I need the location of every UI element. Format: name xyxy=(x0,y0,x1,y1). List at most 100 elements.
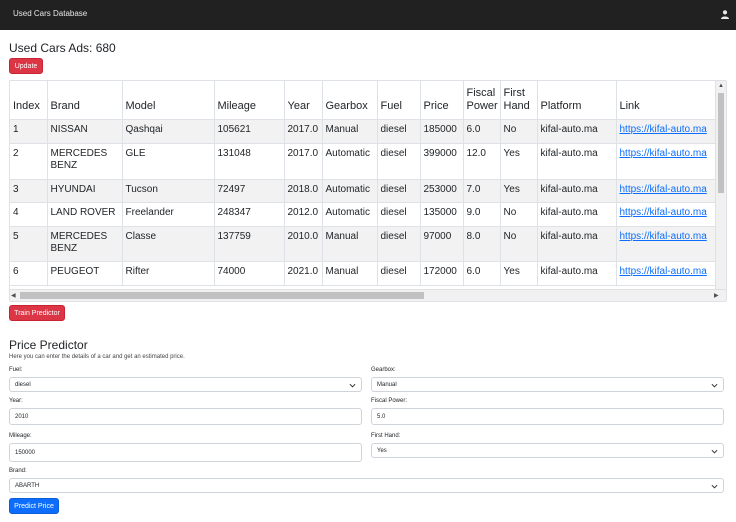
table-cell: 4 xyxy=(10,202,48,227)
table-cell: NISSAN xyxy=(47,119,123,144)
listing-link[interactable]: https://kifal-auto.ma xyxy=(616,202,726,227)
cars-table: Index Brand Model Mileage Year Gearbox F… xyxy=(10,81,726,286)
fiscal-power-input-value: 5.0 xyxy=(377,414,386,420)
table-cell: 2017.0 xyxy=(284,143,323,180)
table-cell: Tucson xyxy=(122,179,215,203)
table-cell: diesel xyxy=(377,226,421,262)
column-header: Fuel xyxy=(377,81,421,120)
table-cell: 172000 xyxy=(420,261,464,286)
table-header-row: Index Brand Model Mileage Year Gearbox F… xyxy=(10,81,726,120)
listing-link[interactable]: https://kifal-auto.ma xyxy=(616,119,726,144)
table-row: 4 LAND ROVER Freelander 248347 2012.0 Automat… xyxy=(10,202,726,227)
table-cell: Automatic xyxy=(322,179,378,203)
column-header: Gearbox xyxy=(322,81,378,120)
table-cell: 2 xyxy=(10,143,48,180)
column-header: Fiscal Power xyxy=(463,81,501,120)
year-input-value: 2010 xyxy=(15,414,29,420)
first-hand-select[interactable]: Yes xyxy=(371,443,724,458)
table-cell: 6.0 xyxy=(463,119,501,144)
table-cell: 2018.0 xyxy=(284,179,323,203)
column-header: Link xyxy=(616,81,726,120)
brand-label: Brand: xyxy=(9,468,27,474)
train-predictor-button[interactable]: Train Predictor xyxy=(9,305,65,321)
predict-price-button[interactable]: Predict Price xyxy=(9,498,59,514)
column-header: Price xyxy=(420,81,464,120)
chevron-down-icon xyxy=(711,484,718,489)
table-cell: kifal-auto.ma xyxy=(537,226,617,262)
table-cell: 97000 xyxy=(420,226,464,262)
cars-table-container: Index Brand Model Mileage Year Gearbox F… xyxy=(9,80,727,302)
table-cell: 2021.0 xyxy=(284,261,323,286)
table-cell: diesel xyxy=(377,179,421,203)
gearbox-select[interactable]: Manual xyxy=(371,377,724,392)
table-row: 5 MERCEDES BENZ Classe 137759 2010.0 Manual di… xyxy=(10,226,726,262)
table-row: 6 PEUGEOT Rifter 74000 2021.0 Manual diesel 172… xyxy=(10,261,726,286)
table-cell: Qashqai xyxy=(122,119,215,144)
year-input[interactable]: 2010 xyxy=(9,408,362,425)
table-cell: MERCEDES BENZ xyxy=(47,226,123,262)
table-cell: 6.0 xyxy=(463,261,501,286)
mileage-input[interactable]: 150000 xyxy=(9,443,362,462)
table-cell: 1 xyxy=(10,119,48,144)
column-header: Year xyxy=(284,81,323,120)
brand-select[interactable]: ABARTH xyxy=(9,478,724,493)
table-cell: 9.0 xyxy=(463,202,501,227)
table-cell: 7.0 xyxy=(463,179,501,203)
table-cell: 399000 xyxy=(420,143,464,180)
scroll-right-arrow-icon[interactable]: ▶ xyxy=(714,292,719,300)
column-header: First Hand xyxy=(500,81,538,120)
table-cell: 6 xyxy=(10,261,48,286)
price-predictor-title: Price Predictor xyxy=(9,338,88,352)
table-cell: diesel xyxy=(377,202,421,227)
navbar: Used Cars Database xyxy=(0,0,736,30)
table-cell: No xyxy=(500,119,538,144)
first-hand-select-value: Yes xyxy=(377,448,387,454)
table-cell: MERCEDES BENZ xyxy=(47,143,123,180)
table-row: 3 HYUNDAI Tucson 72497 2018.0 Automatic diesel… xyxy=(10,179,726,203)
fiscal-power-input[interactable]: 5.0 xyxy=(371,408,724,425)
ads-count-heading: Used Cars Ads: 680 xyxy=(9,41,116,55)
listing-link[interactable]: https://kifal-auto.ma xyxy=(616,179,726,203)
table-cell: 5 xyxy=(10,226,48,262)
table-cell: 253000 xyxy=(420,179,464,203)
table-cell: 105621 xyxy=(214,119,285,144)
vertical-scroll-thumb[interactable] xyxy=(718,93,724,193)
gearbox-select-value: Manual xyxy=(377,382,397,388)
listing-link[interactable]: https://kifal-auto.ma xyxy=(616,226,726,262)
table-cell: 2010.0 xyxy=(284,226,323,262)
table-cell: 72497 xyxy=(214,179,285,203)
table-horizontal-scrollbar[interactable]: ◀ ▶ xyxy=(10,289,726,301)
mileage-label: Mileage: xyxy=(9,433,32,439)
table-cell: 137759 xyxy=(214,226,285,262)
horizontal-scroll-thumb[interactable] xyxy=(20,292,424,299)
update-button[interactable]: Update xyxy=(9,58,43,74)
table-cell: Freelander xyxy=(122,202,215,227)
table-cell: No xyxy=(500,202,538,227)
column-header: Mileage xyxy=(214,81,285,120)
chevron-down-icon xyxy=(711,383,718,388)
table-cell: 3 xyxy=(10,179,48,203)
user-icon[interactable] xyxy=(721,10,729,19)
scroll-up-arrow-icon[interactable]: ▲ xyxy=(718,82,724,90)
listing-link[interactable]: https://kifal-auto.ma xyxy=(616,143,726,180)
fuel-select[interactable]: diesel xyxy=(9,377,362,392)
table-cell: 131048 xyxy=(214,143,285,180)
fuel-label: Fuel: xyxy=(9,367,23,373)
mileage-input-value: 150000 xyxy=(15,450,36,456)
table-vertical-scrollbar[interactable]: ▲ xyxy=(715,81,726,289)
table-row: 2 MERCEDES BENZ GLE 131048 2017.0 Automatic di… xyxy=(10,143,726,180)
listing-link[interactable]: https://kifal-auto.ma xyxy=(616,261,726,286)
scroll-left-arrow-icon[interactable]: ◀ xyxy=(11,292,16,300)
table-cell: diesel xyxy=(377,261,421,286)
table-cell: Manual xyxy=(322,261,378,286)
table-cell: No xyxy=(500,226,538,262)
first-hand-label: First Hand: xyxy=(371,433,401,439)
app-title[interactable]: Used Cars Database xyxy=(13,9,87,18)
column-header: Index xyxy=(10,81,48,120)
gearbox-label: Gearbox: xyxy=(371,367,396,373)
chevron-down-icon xyxy=(349,383,356,388)
table-cell: diesel xyxy=(377,119,421,144)
table-cell: kifal-auto.ma xyxy=(537,143,617,180)
year-label: Year: xyxy=(9,398,23,404)
table-cell: 2012.0 xyxy=(284,202,323,227)
